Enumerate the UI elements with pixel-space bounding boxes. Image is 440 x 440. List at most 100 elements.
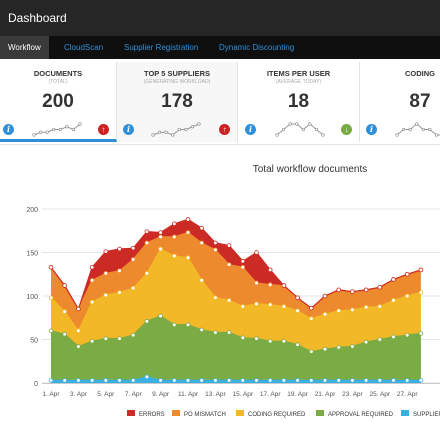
tab-workflow[interactable]: Workflow (0, 36, 49, 59)
data-point[interactable] (213, 247, 218, 253)
data-point[interactable] (158, 230, 163, 235)
data-point[interactable] (117, 268, 122, 274)
data-point[interactable] (144, 229, 150, 234)
data-point[interactable] (418, 290, 424, 295)
data-point[interactable] (363, 378, 369, 383)
tab-cloudscan[interactable]: CloudScan (64, 36, 103, 59)
data-point[interactable] (254, 250, 259, 255)
data-point[interactable] (377, 285, 383, 290)
data-point[interactable] (199, 225, 205, 231)
data-point[interactable] (322, 311, 328, 317)
legend-swatch[interactable] (401, 410, 409, 416)
data-point[interactable] (363, 339, 369, 345)
data-point[interactable] (199, 240, 205, 246)
legend-label[interactable]: CODING REQUIRED (248, 412, 306, 418)
data-point[interactable] (76, 328, 81, 334)
data-point[interactable] (281, 338, 287, 344)
data-point[interactable] (76, 378, 81, 383)
kpi-card-coding[interactable]: CODING 87 i (360, 62, 440, 142)
info-icon[interactable]: i (366, 124, 377, 135)
data-point[interactable] (254, 336, 259, 341)
data-point[interactable] (103, 292, 109, 298)
data-point[interactable] (89, 378, 95, 383)
data-point[interactable] (240, 378, 246, 383)
data-point[interactable] (308, 378, 314, 383)
data-point[interactable] (172, 234, 177, 240)
data-point[interactable] (226, 330, 232, 335)
data-point[interactable] (391, 378, 396, 383)
data-point[interactable] (281, 304, 287, 309)
data-point[interactable] (185, 217, 191, 222)
data-point[interactable] (130, 332, 136, 338)
data-point[interactable] (48, 328, 54, 334)
data-point[interactable] (391, 298, 396, 303)
data-point[interactable] (213, 330, 218, 335)
data-point[interactable] (62, 309, 67, 314)
data-point[interactable] (213, 378, 218, 383)
data-point[interactable] (158, 313, 163, 319)
data-point[interactable] (281, 378, 287, 383)
data-point[interactable] (48, 295, 54, 301)
data-point[interactable] (281, 283, 287, 288)
tab-supplier-registration[interactable]: Supplier Registration (124, 36, 198, 59)
data-point[interactable] (295, 308, 300, 314)
data-point[interactable] (89, 278, 95, 283)
data-point[interactable] (199, 327, 205, 333)
data-point[interactable] (185, 322, 191, 328)
data-point[interactable] (144, 318, 150, 324)
data-point[interactable] (62, 378, 67, 383)
data-point[interactable] (240, 304, 246, 309)
data-point[interactable] (172, 378, 177, 383)
data-point[interactable] (254, 378, 259, 383)
data-point[interactable] (130, 285, 136, 291)
data-point[interactable] (172, 253, 177, 259)
data-point[interactable] (404, 271, 410, 277)
data-point[interactable] (226, 243, 232, 248)
data-point[interactable] (377, 304, 383, 309)
data-point[interactable] (254, 280, 259, 286)
data-point[interactable] (254, 301, 259, 307)
data-point[interactable] (103, 378, 109, 383)
data-point[interactable] (103, 336, 109, 341)
data-point[interactable] (336, 308, 342, 314)
data-point[interactable] (336, 345, 342, 350)
data-point[interactable] (213, 295, 218, 301)
data-point[interactable] (240, 258, 246, 264)
data-point[interactable] (130, 378, 136, 383)
data-point[interactable] (350, 378, 355, 383)
data-point[interactable] (185, 255, 191, 261)
data-point[interactable] (144, 374, 150, 380)
data-point[interactable] (391, 334, 396, 340)
info-icon[interactable]: i (245, 124, 256, 135)
data-point[interactable] (267, 302, 273, 307)
data-point[interactable] (418, 331, 424, 336)
data-point[interactable] (226, 298, 232, 303)
info-icon[interactable]: i (123, 124, 134, 135)
tab-dynamic-discounting[interactable]: Dynamic Discounting (219, 36, 294, 59)
data-point[interactable] (89, 299, 95, 305)
data-point[interactable] (391, 277, 396, 282)
data-point[interactable] (130, 257, 136, 262)
data-point[interactable] (350, 307, 355, 313)
data-point[interactable] (117, 378, 122, 383)
legend-label[interactable]: ERRORS (139, 412, 165, 418)
data-point[interactable] (117, 290, 122, 295)
data-point[interactable] (89, 264, 95, 270)
data-point[interactable] (199, 278, 205, 283)
data-point[interactable] (62, 331, 67, 337)
data-point[interactable] (322, 346, 328, 352)
data-point[interactable] (158, 234, 163, 240)
data-point[interactable] (418, 267, 424, 273)
data-point[interactable] (404, 378, 410, 383)
kpi-card-top-suppliers[interactable]: TOP 5 SUPPLIERS (GENERATING WORKLOAD) 17… (117, 62, 238, 142)
data-point[interactable] (267, 267, 273, 273)
data-point[interactable] (62, 283, 67, 288)
data-point[interactable] (267, 338, 273, 344)
legend-label[interactable]: APPROVAL REQUIRED (328, 412, 394, 418)
kpi-card-documents[interactable]: DOCUMENTS (TOTAL) 200 i ↑ (0, 62, 117, 142)
data-point[interactable] (308, 316, 314, 321)
data-point[interactable] (418, 378, 424, 383)
data-point[interactable] (76, 344, 81, 349)
data-point[interactable] (213, 240, 218, 246)
data-point[interactable] (336, 378, 342, 383)
